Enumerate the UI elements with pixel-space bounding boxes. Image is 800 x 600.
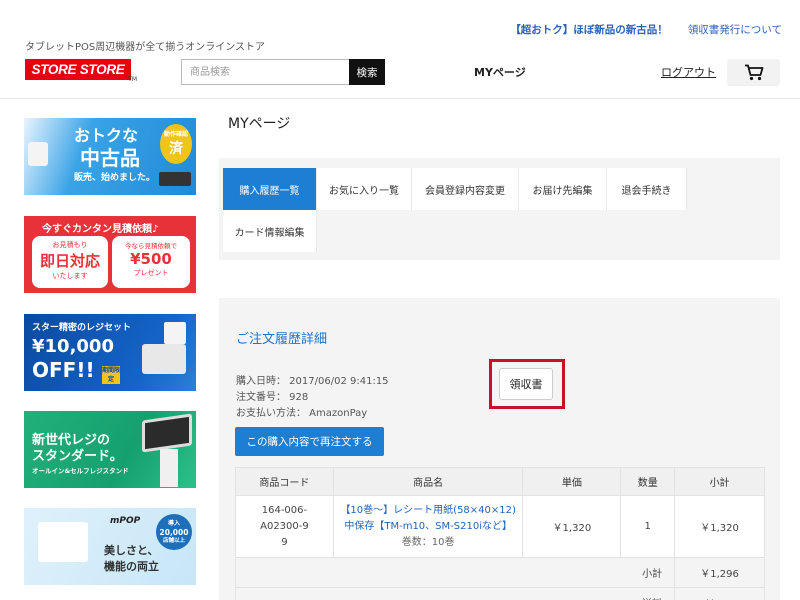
mypage-link[interactable]: MYページ bbox=[474, 64, 526, 80]
reorder-button[interactable]: この購入内容で再注文する bbox=[235, 427, 384, 456]
tab-delivery-address[interactable]: お届け先編集 bbox=[519, 168, 607, 210]
banner-text: 今すぐカンタン見積依頼♪ bbox=[42, 224, 159, 235]
device-image bbox=[159, 172, 191, 186]
printer-image bbox=[164, 322, 186, 344]
banner-star-register[interactable]: スター精密のレジセット ¥10,000 OFF!! 期間限定 bbox=[24, 314, 196, 391]
product-name-line: 中保存【TM-m10、SM-S210iなど】 bbox=[344, 520, 512, 532]
product-code-line: 9 bbox=[281, 536, 288, 548]
column-header: 商品コード bbox=[235, 467, 334, 496]
search-input[interactable] bbox=[181, 59, 349, 85]
banner-text: 即日対応 bbox=[39, 252, 100, 270]
tab-withdrawal[interactable]: 退会手続き bbox=[607, 168, 687, 210]
banner-text: プレゼント bbox=[133, 269, 169, 277]
banner-text: 中古品 bbox=[80, 146, 140, 170]
table-row: 164-006-A02300-9 9 【10巻〜】レシート用紙(58×40×12… bbox=[235, 495, 765, 558]
column-header: 単価 bbox=[522, 467, 622, 496]
banner-text: スタンダード。 bbox=[32, 449, 123, 464]
banner-text: ¥500 bbox=[130, 250, 172, 268]
site-tagline: タブレットPOS周辺機器が全て揃うオンラインストア bbox=[25, 42, 266, 53]
banner-new-register[interactable]: 新世代レジの スタンダード。 オールイン&セルフレジスタンド bbox=[24, 411, 196, 488]
order-number: 注文番号： 928 bbox=[236, 392, 309, 403]
unit-price: ￥1,320 bbox=[522, 495, 622, 558]
quote-box: お見積もり 即日対応 いたします bbox=[32, 236, 108, 288]
tab-card-info[interactable]: カード情報編集 bbox=[223, 210, 317, 252]
shipping-value: ￥550 bbox=[674, 587, 765, 600]
tab-member-info[interactable]: 会員登録内容変更 bbox=[412, 168, 519, 210]
check-badge: 動作確認 済 bbox=[160, 124, 192, 164]
banner-text: 今なら見積依頼で bbox=[125, 242, 177, 250]
store-logo[interactable]: STORE STORE TM bbox=[25, 59, 137, 83]
cart-button[interactable] bbox=[727, 59, 780, 86]
mpop-image bbox=[38, 522, 88, 562]
banner-text: スター精密のレジセット bbox=[32, 323, 132, 333]
banner-quote-request[interactable]: 今すぐカンタン見積依頼♪ お見積もり 即日対応 いたします 今なら見積依頼で ¥… bbox=[24, 216, 196, 293]
promo-link[interactable]: 【超おトク】ほぼ新品の新古品！ bbox=[510, 22, 668, 37]
table-header-row: 商品コード 商品名 単価 数量 小計 bbox=[235, 467, 765, 496]
column-header: 小計 bbox=[674, 467, 765, 496]
badge-text: 動作確認 bbox=[163, 131, 188, 138]
tab-favorites[interactable]: お気に入り一覧 bbox=[317, 168, 412, 210]
product-option: 巻数：10巻 bbox=[401, 536, 455, 548]
payment-method: お支払い方法： AmazonPay bbox=[236, 408, 368, 419]
product-code: 164-006-A02300-9 9 bbox=[235, 495, 334, 558]
brand-text: mPOP bbox=[110, 516, 141, 526]
logo-text: STORE STORE bbox=[25, 59, 131, 80]
search-bar: 検索 bbox=[181, 59, 385, 85]
column-header: 数量 bbox=[620, 467, 676, 496]
purchase-date: 購入日時： 2017/06/02 9:41:15 bbox=[236, 376, 389, 387]
shipping-label: 送料 bbox=[234, 587, 676, 600]
product-name[interactable]: 【10巻〜】レシート用紙(58×40×12) 中保存【TM-m10、SM-S21… bbox=[332, 495, 524, 558]
badge-text: 店舗以上 bbox=[162, 538, 185, 544]
tablet-image bbox=[142, 413, 192, 453]
column-header: 商品名 bbox=[332, 467, 524, 496]
logo-trademark: TM bbox=[128, 76, 137, 83]
limited-badge: 期間限定 bbox=[102, 366, 121, 384]
line-subtotal: ￥1,320 bbox=[674, 495, 765, 558]
logout-link[interactable]: ログアウト bbox=[661, 64, 716, 80]
page-title: MYページ bbox=[228, 116, 291, 132]
subtotal-label: 小計 bbox=[234, 557, 676, 588]
subtotal-row: 小計 ￥1,296 bbox=[234, 557, 765, 588]
badge-text: 済 bbox=[169, 141, 183, 157]
order-items-table: 商品コード 商品名 単価 数量 小計 164-006-A02300-9 9 【1… bbox=[234, 467, 765, 600]
banner-text: OFF!! bbox=[32, 358, 95, 382]
tabs-panel: 購入履歴一覧 お気に入り一覧 会員登録内容変更 お届け先編集 退会手続き カード… bbox=[219, 158, 780, 260]
shipping-row: 送料 ￥550 bbox=[234, 587, 765, 600]
header-divider bbox=[0, 98, 800, 99]
top-links: 【超おトク】ほぼ新品の新古品！ 領収書発行について bbox=[510, 22, 782, 37]
banner-used-products[interactable]: おトクな 中古品 販売、始めました。 動作確認 済 bbox=[24, 118, 196, 195]
quantity: 1 bbox=[620, 495, 676, 558]
badge-text: 導入 bbox=[167, 520, 180, 527]
product-name-line: 【10巻〜】レシート用紙(58×40×12) bbox=[340, 504, 516, 516]
banner-text: お見積もり bbox=[52, 241, 88, 249]
tab-purchase-history[interactable]: 購入履歴一覧 bbox=[223, 168, 317, 210]
register-image bbox=[142, 344, 186, 374]
banner-text: いたします bbox=[52, 272, 88, 280]
cart-icon bbox=[744, 64, 763, 81]
banner-text: 機能の両立 bbox=[104, 560, 159, 573]
stand-image bbox=[160, 449, 178, 487]
search-button[interactable]: 検索 bbox=[349, 59, 385, 85]
subtotal-value: ￥1,296 bbox=[674, 557, 765, 588]
banner-mpop[interactable]: mPOP 美しさと、 機能の両立 導入 20,000 店舗以上 bbox=[24, 508, 196, 585]
order-detail-title: ご注文履歴詳細 bbox=[236, 332, 328, 347]
banner-text: ¥10,000 bbox=[32, 336, 114, 357]
receipt-info-link[interactable]: 領収書発行について bbox=[688, 22, 782, 37]
point-box: 今なら見積依頼で ¥500 プレゼント bbox=[112, 236, 190, 288]
banner-text: オールイン&セルフレジスタンド bbox=[32, 467, 129, 475]
receipt-button[interactable]: 領収書 bbox=[499, 368, 553, 400]
product-code-line: 164-006-A02300-9 bbox=[260, 504, 309, 532]
banner-text: 販売、始めました。 bbox=[74, 173, 156, 183]
banner-text: 美しさと、 bbox=[104, 544, 159, 557]
badge-text: 20,000 bbox=[159, 528, 189, 537]
device-image bbox=[28, 142, 48, 166]
stores-badge: 導入 20,000 店舗以上 bbox=[156, 514, 192, 550]
